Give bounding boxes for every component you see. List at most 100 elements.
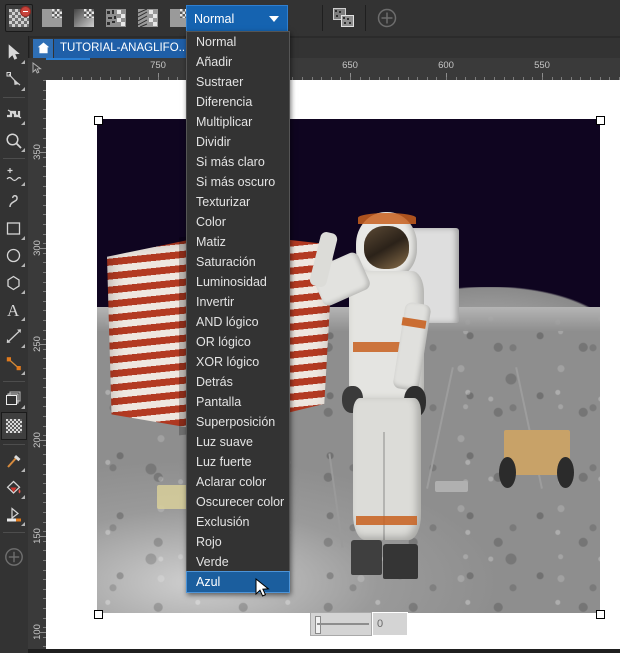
blend-option-matiz[interactable]: Matiz xyxy=(187,232,289,252)
layer-delete-icon[interactable] xyxy=(5,4,33,32)
tool-select-arrow[interactable] xyxy=(2,40,26,66)
horizontal-ruler[interactable]: 750700650600550500 xyxy=(46,58,620,81)
blend-option-superposici-n[interactable]: Superposición xyxy=(187,412,289,432)
tool-eyedropper[interactable] xyxy=(2,448,26,474)
tool-magic-wand[interactable] xyxy=(2,162,26,188)
tool-expand-corner xyxy=(21,405,25,409)
lasso-icon xyxy=(9,195,18,208)
layers-merge-icon[interactable] xyxy=(331,5,357,31)
tool-expand-corner xyxy=(21,371,25,375)
blend-mode-select[interactable]: Normal xyxy=(186,5,288,33)
toolbar-divider-3 xyxy=(365,5,366,31)
blend-option-normal[interactable]: Normal xyxy=(187,32,289,52)
blend-option-invertir[interactable]: Invertir xyxy=(187,292,289,312)
blend-option-oscurecer-color[interactable]: Oscurecer color xyxy=(187,492,289,512)
ruler-v-major-tick xyxy=(39,536,46,537)
selection-handle-top-left[interactable] xyxy=(94,116,103,125)
document-tab-bar: TUTORIAL-ANAGLIFO.... xyxy=(30,38,620,58)
tool-line[interactable] xyxy=(2,324,26,350)
ruler-h-label: 650 xyxy=(342,60,358,71)
layer-copy-icon xyxy=(6,391,21,405)
tool-polygon[interactable] xyxy=(2,270,26,296)
blend-option-detr-s[interactable]: Detrás xyxy=(187,372,289,392)
blend-option-si-m-s-oscuro[interactable]: Si más oscuro xyxy=(187,172,289,192)
vertical-ruler[interactable]: 350 300 250 200 150 100 xyxy=(28,80,47,649)
opacity-slider-widget[interactable]: 0 xyxy=(310,612,408,636)
blend-option-luz-fuerte[interactable]: Luz fuerte xyxy=(187,452,289,472)
layer-new-icon[interactable] xyxy=(39,5,65,31)
blend-option-xor-l-gico[interactable]: XOR lógico xyxy=(187,352,289,372)
blend-option-a-adir[interactable]: Añadir xyxy=(187,52,289,72)
astronaut-helmet-band xyxy=(357,213,416,224)
tool-divider-4 xyxy=(3,444,25,445)
tool-zoom[interactable] xyxy=(2,128,26,154)
blend-option-rojo[interactable]: Rojo xyxy=(187,532,289,552)
tool-transform[interactable] xyxy=(2,101,26,127)
ruler-v-major-tick xyxy=(39,440,46,441)
layer-mask-icon[interactable] xyxy=(103,5,129,31)
ruler-origin-corner[interactable] xyxy=(28,58,47,81)
tool-node-edit[interactable] xyxy=(2,67,26,93)
opacity-slider-track[interactable] xyxy=(310,612,372,636)
plus-circle-icon xyxy=(5,548,23,566)
blend-option-color[interactable]: Color xyxy=(187,212,289,232)
tool-add-plus[interactable] xyxy=(2,544,26,570)
merge-layers-glyph xyxy=(333,8,354,27)
blend-option-luz-suave[interactable]: Luz suave xyxy=(187,432,289,452)
opacity-slider-knob[interactable] xyxy=(315,616,321,634)
blend-option-or-l-gico[interactable]: OR lógico xyxy=(187,332,289,352)
blend-option-azul[interactable]: Azul xyxy=(186,571,290,593)
blend-option-pantalla[interactable]: Pantalla xyxy=(187,392,289,412)
ruler-active-range xyxy=(46,58,90,60)
tab-tutorial-anaglifo[interactable]: TUTORIAL-ANAGLIFO.... xyxy=(54,38,198,58)
noise-square-glyph xyxy=(106,9,126,27)
ruler-h-label: 600 xyxy=(438,60,454,71)
diagonal-noise-glyph xyxy=(138,9,158,27)
blend-option-and-l-gico[interactable]: AND lógico xyxy=(187,312,289,332)
blend-option-luminosidad[interactable]: Luminosidad xyxy=(187,272,289,292)
tool-paint-bucket[interactable] xyxy=(2,475,26,501)
add-plus-icon[interactable] xyxy=(374,5,400,31)
layer-gradient-mask-icon[interactable] xyxy=(71,5,97,31)
opacity-value-field[interactable]: 0 xyxy=(372,612,408,636)
astronaut-knee-stripe xyxy=(355,516,418,526)
tool-gradient-fill[interactable] xyxy=(2,502,26,528)
ruler-v-major-tick xyxy=(39,632,46,633)
blend-option-si-m-s-claro[interactable]: Si más claro xyxy=(187,152,289,172)
tool-ellipse[interactable] xyxy=(2,243,26,269)
selection-handle-bottom-right[interactable] xyxy=(596,610,605,619)
blend-option-verde[interactable]: Verde xyxy=(187,552,289,572)
blend-option-texturizar[interactable]: Texturizar xyxy=(187,192,289,212)
blend-option-dividir[interactable]: Dividir xyxy=(187,132,289,152)
tool-text[interactable]: A xyxy=(2,297,26,323)
tool-checker-transparency[interactable] xyxy=(1,412,27,440)
blend-option-diferencia[interactable]: Diferencia xyxy=(187,92,289,112)
tool-freehand-lasso[interactable] xyxy=(2,189,26,215)
blend-option-sustraer[interactable]: Sustraer xyxy=(187,72,289,92)
plus-circle-glyph xyxy=(377,8,397,28)
toolbar-divider-2 xyxy=(322,5,323,31)
selection-handle-top-right[interactable] xyxy=(596,116,605,125)
tool-layer-copy[interactable] xyxy=(2,385,26,411)
rectangle-icon xyxy=(6,222,21,235)
blend-mode-dropdown[interactable]: Normal Añadir Sustraer Diferencia Multiplica… xyxy=(186,31,290,593)
ruler-origin-icon xyxy=(32,62,42,74)
home-icon[interactable] xyxy=(33,38,53,58)
selection-handle-bottom-left[interactable] xyxy=(94,610,103,619)
blend-option-saturaci-n[interactable]: Saturación xyxy=(187,252,289,272)
delete-badge-icon xyxy=(20,6,31,17)
tool-divider xyxy=(3,97,25,98)
tool-bezier[interactable] xyxy=(2,351,26,377)
mini-checker-glyph xyxy=(84,9,94,18)
image-editor-window: Normal TUTORIAL-ANAGLIFO.... A 750 650 6… xyxy=(0,0,620,653)
tool-rectangle[interactable] xyxy=(2,216,26,242)
canvas-viewport[interactable] xyxy=(46,80,620,649)
ruler-h-label: 550 xyxy=(534,60,550,71)
layer-noise-mask-icon[interactable] xyxy=(135,5,161,31)
astronaut-left-boot xyxy=(350,539,382,576)
blend-option-exclusi-n[interactable]: Exclusión xyxy=(187,512,289,532)
blend-option-aclarar-color[interactable]: Aclarar color xyxy=(187,472,289,492)
canvas-image-astronaut[interactable] xyxy=(97,119,600,613)
tool-expand-corner xyxy=(21,522,25,526)
blend-option-multiplicar[interactable]: Multiplicar xyxy=(187,112,289,132)
